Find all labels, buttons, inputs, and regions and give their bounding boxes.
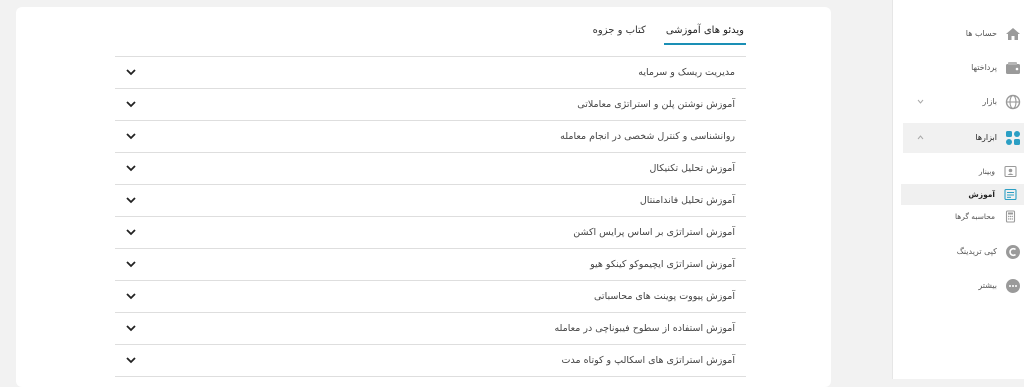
chevron-down-icon[interactable] [125,66,137,78]
sidebar-subitem-webinar[interactable]: وبینار [901,161,1024,182]
accordion-row-label: آموزش استراتژی ایچیموکو کینکو هیو [590,259,735,270]
sidebar-item-market[interactable]: بازار [893,87,1024,117]
accordion-row[interactable]: آموزش نوشتن پلن و استراتژی معاملاتی [115,88,746,120]
accordion-row[interactable]: آموزش استفاده از سطوح فیبوناچی در معامله [115,312,746,344]
sidebar-item-label: بیشتر [978,281,997,290]
tab-books-and-notes[interactable]: کتاب و جزوه [591,24,648,43]
wallet-icon [1006,62,1020,74]
chevron-up-icon[interactable] [917,135,924,140]
accordion-row[interactable]: آموزش تحلیل تکنیکال [115,152,746,184]
sidebar-item-label: کپی تریدینگ [956,247,997,256]
sidebar-item-label: پرداختها [971,63,997,72]
copy-trading-icon [1006,245,1020,259]
accordion-row-label: آموزش تحلیل فاندامنتال [639,195,735,206]
accordion-row-label: مدیریت ریسک و سرمایه [638,67,735,78]
sidebar-item-copy-trading[interactable]: کپی تریدینگ [893,237,1024,267]
accordion-row-label: آموزش استراتژی بر اساس پرایس اکشن [573,227,735,238]
accordion-row[interactable]: آموزش تحلیل فاندامنتال [115,184,746,216]
accordion-row[interactable]: آموزش استراتژی های اسکالپ و کوتاه مدت [115,344,746,377]
sidebar-subitem-label: وبینار [978,167,995,176]
sidebar: حساب ها پرداختها بازار ابزارها وبینار آم… [892,0,1024,379]
sidebar-subitem-label: محاسبه گرها [954,212,995,221]
sidebar-item-more[interactable]: بیشتر [893,271,1024,301]
chevron-down-icon[interactable] [125,258,137,270]
calculator-icon [1005,210,1016,223]
sidebar-subitem-label: آموزش [968,190,995,199]
sidebar-subitem-education[interactable]: آموزش [901,184,1024,205]
content-card: ویدئو های آموزشی کتاب و جزوه مدیریت ریسک… [16,7,831,387]
tools-grid-icon [1006,131,1020,145]
chevron-down-icon[interactable] [125,290,137,302]
accordion-row[interactable]: مدیریت ریسک و سرمایه [115,56,746,88]
accordion-row-label: روانشناسی و کنترل شخصی در انجام معامله [560,131,735,142]
chevron-down-icon[interactable] [125,322,137,334]
accordion-row-label: آموزش استراتژی های اسکالپ و کوتاه مدت [561,355,735,366]
sidebar-subitem-calculators[interactable]: محاسبه گرها [901,206,1024,227]
home-icon [1006,28,1020,40]
accordion-row[interactable]: آموزش پیووت پوینت های محاسباتی [115,280,746,312]
chevron-down-icon[interactable] [125,194,137,206]
course-accordion-list: مدیریت ریسک و سرمایه آموزش نوشتن پلن و ا… [115,56,746,377]
globe-icon [1005,94,1021,110]
sidebar-item-label: ابزارها [975,133,997,142]
chevron-down-icon[interactable] [125,226,137,238]
chevron-down-icon[interactable] [917,99,924,104]
sidebar-item-payments[interactable]: پرداختها [893,53,1024,83]
more-icon [1006,279,1020,293]
accordion-row-label: آموزش پیووت پوینت های محاسباتی [594,291,735,302]
tab-video-tutorials[interactable]: ویدئو های آموزشی [663,24,746,45]
accordion-row-label: آموزش نوشتن پلن و استراتژی معاملاتی [577,99,735,110]
chevron-down-icon[interactable] [125,354,137,366]
sidebar-item-tools[interactable]: ابزارها [903,123,1024,153]
sidebar-item-label: بازار [982,97,997,106]
accordion-row[interactable]: روانشناسی و کنترل شخصی در انجام معامله [115,120,746,152]
accordion-row-label: آموزش تحلیل تکنیکال [649,163,735,174]
accordion-row[interactable]: آموزش استراتژی بر اساس پرایس اکشن [115,216,746,248]
chevron-down-icon[interactable] [125,130,137,142]
webinar-icon [1004,165,1017,178]
chevron-down-icon[interactable] [125,162,137,174]
sidebar-item-label: حساب ها [965,29,997,38]
tab-bar: ویدئو های آموزشی کتاب و جزوه [591,24,746,48]
accordion-row[interactable]: آموزش استراتژی ایچیموکو کینکو هیو [115,248,746,280]
accordion-row-label: آموزش استفاده از سطوح فیبوناچی در معامله [554,323,735,334]
education-icon [1004,188,1017,201]
chevron-down-icon[interactable] [125,98,137,110]
sidebar-item-accounts[interactable]: حساب ها [893,19,1024,49]
